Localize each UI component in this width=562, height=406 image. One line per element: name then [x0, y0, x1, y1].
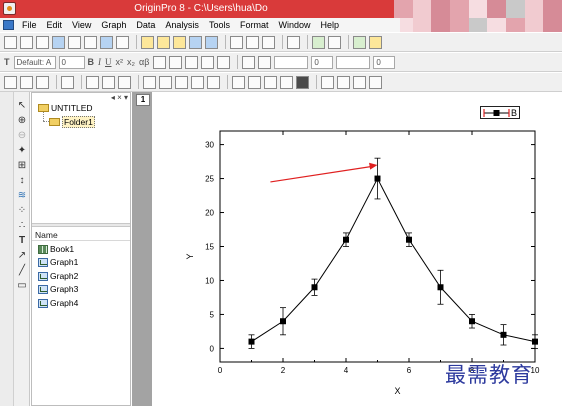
axes: 0 2 4 6 8 10051015202530XY [185, 130, 540, 396]
series-line [251, 177, 536, 343]
x-tick-label: 0 [218, 366, 223, 375]
data-point [311, 284, 318, 291]
series-b [248, 157, 538, 349]
y-tick-label: 0 [210, 344, 215, 353]
y-tick-label: 25 [205, 175, 214, 184]
arrow-head [369, 162, 378, 170]
y-tick-label: 10 [205, 276, 214, 285]
data-point [280, 318, 286, 325]
x-tick-label: 6 [407, 366, 412, 375]
data-point [248, 338, 255, 345]
data-point [532, 338, 538, 345]
legend[interactable]: B [480, 106, 520, 119]
legend-symbol [483, 109, 510, 117]
x-axis-label: X [394, 386, 400, 396]
legend-label: B [511, 108, 518, 118]
watermark: 最需教育 [445, 363, 533, 387]
y-tick-label: 20 [205, 209, 214, 218]
plot-area: 0 2 4 6 8 10051015202530XY [185, 130, 540, 396]
y-axis-label: Y [185, 253, 195, 259]
data-point [437, 284, 444, 291]
y-tick-label: 15 [205, 243, 214, 252]
data-point [469, 318, 475, 325]
x-tick-label: 4 [344, 366, 349, 375]
data-point [406, 236, 412, 243]
data-point [343, 236, 349, 243]
y-tick-label: 30 [205, 141, 214, 150]
x-tick-label: 2 [281, 366, 286, 375]
y-tick-label: 5 [210, 310, 215, 319]
data-point [500, 331, 507, 338]
annotation-arrow [270, 162, 378, 183]
data-point [374, 175, 381, 182]
arrow-shaft [270, 165, 372, 183]
